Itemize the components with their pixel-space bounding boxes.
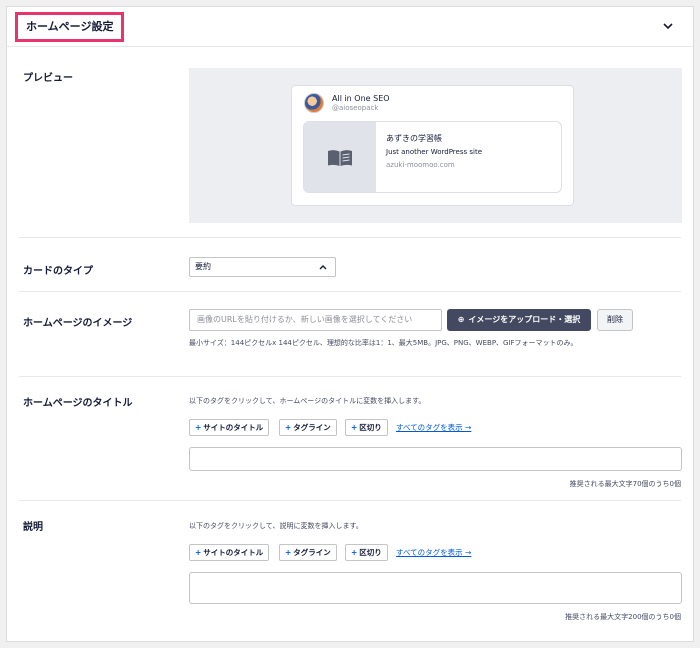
delete-image-button[interactable]: 削除 (597, 309, 633, 331)
caret-up-icon (319, 265, 327, 270)
upload-image-button[interactable]: ⊕ イメージをアップロード・選択 (447, 309, 591, 331)
title-char-counter: 推奨される最大文字70個のうち0個 (569, 480, 681, 488)
plus-icon: + (351, 548, 358, 557)
divider (19, 500, 681, 501)
description-tags-hint: 以下のタグをクリックして、説明に変数を挿入します。 (189, 522, 363, 530)
preview-label: プレビュー (23, 73, 73, 84)
card-type-select[interactable]: 要約 (189, 257, 336, 277)
homepage-title-label: ホームページのタイトル (23, 398, 133, 409)
account-handle: @aioseopack (332, 104, 379, 112)
divider (19, 291, 681, 292)
chevron-down-icon[interactable] (661, 19, 675, 33)
plus-icon: + (195, 423, 202, 432)
homepage-image-label: ホームページのイメージ (23, 318, 133, 329)
tag-site-title-button[interactable]: + サイトのタイトル (189, 419, 270, 436)
tag-separator-button[interactable]: + 区切り (345, 419, 388, 436)
account-name: All in One SEO (332, 94, 390, 103)
panel-title: ホームページ設定 (15, 12, 125, 42)
tag-separator-button[interactable]: + 区切り (345, 544, 388, 561)
show-all-tags-link[interactable]: すべてのタグを表示 → (396, 422, 471, 433)
plus-icon: + (285, 423, 292, 432)
homepage-settings-panel: ホームページ設定 プレビュー All in One SEO @aioseopac… (6, 6, 694, 642)
image-hint: 最小サイズ：144ピクセルx 144ピクセル、理想的な比率は1：1、最大5MB。… (189, 339, 578, 347)
show-all-tags-link[interactable]: すべてのタグを表示 → (396, 547, 471, 558)
card-description: Just another WordPress site (386, 148, 483, 156)
plus-icon: + (285, 548, 292, 557)
card-title: あずきの学習帳 (386, 134, 442, 143)
plus-circle-icon: ⊕ (457, 315, 465, 324)
image-url-input[interactable]: 画像のURLを貼り付けるか、新しい画像を選択してください (189, 309, 442, 331)
tag-site-title-button[interactable]: + サイトのタイトル (189, 544, 270, 561)
card-image-placeholder (304, 122, 376, 192)
divider (19, 376, 681, 377)
tag-tagline-button[interactable]: + タグライン (279, 419, 337, 436)
preview-area: All in One SEO @aioseopack あずきの学習帳 Just … (189, 68, 682, 223)
description-char-counter: 推奨される最大文字200個のうち0個 (565, 613, 681, 621)
description-label: 説明 (23, 522, 43, 533)
plus-icon: + (195, 548, 202, 557)
homepage-title-input[interactable] (189, 447, 682, 471)
panel-header[interactable]: ホームページ設定 (7, 7, 693, 47)
twitter-preview-card: All in One SEO @aioseopack あずきの学習帳 Just … (291, 85, 574, 206)
card-url: azuki-moomoo.com (386, 161, 455, 169)
plus-icon: + (351, 423, 358, 432)
card-type-value: 要約 (195, 262, 211, 271)
divider (19, 237, 681, 238)
book-icon (328, 150, 352, 166)
upload-button-label: イメージをアップロード・選択 (468, 315, 581, 324)
link-card: あずきの学習帳 Just another WordPress site azuk… (303, 121, 562, 193)
card-type-label: カードのタイプ (23, 266, 93, 277)
avatar (304, 93, 324, 113)
description-textarea[interactable] (189, 572, 682, 604)
tag-tagline-button[interactable]: + タグライン (279, 544, 337, 561)
title-tags-hint: 以下のタグをクリックして、ホームページのタイトルに変数を挿入します。 (189, 397, 426, 405)
